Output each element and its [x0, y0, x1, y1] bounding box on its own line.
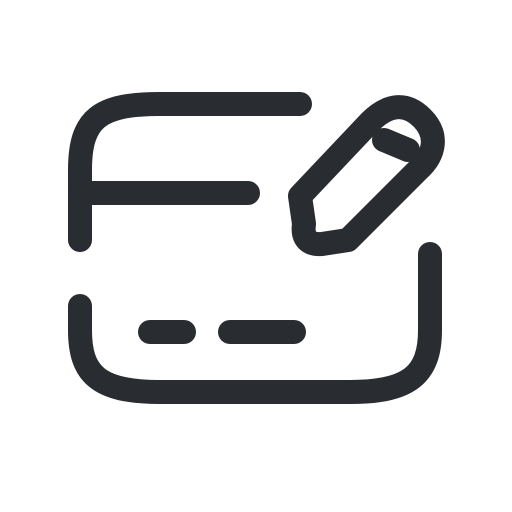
card-top-outline	[68, 92, 312, 252]
pencil-tip-cap	[372, 128, 420, 162]
icon-canvas	[0, 0, 512, 512]
pencil-body	[288, 95, 445, 257]
card-edit-icon	[68, 92, 445, 404]
